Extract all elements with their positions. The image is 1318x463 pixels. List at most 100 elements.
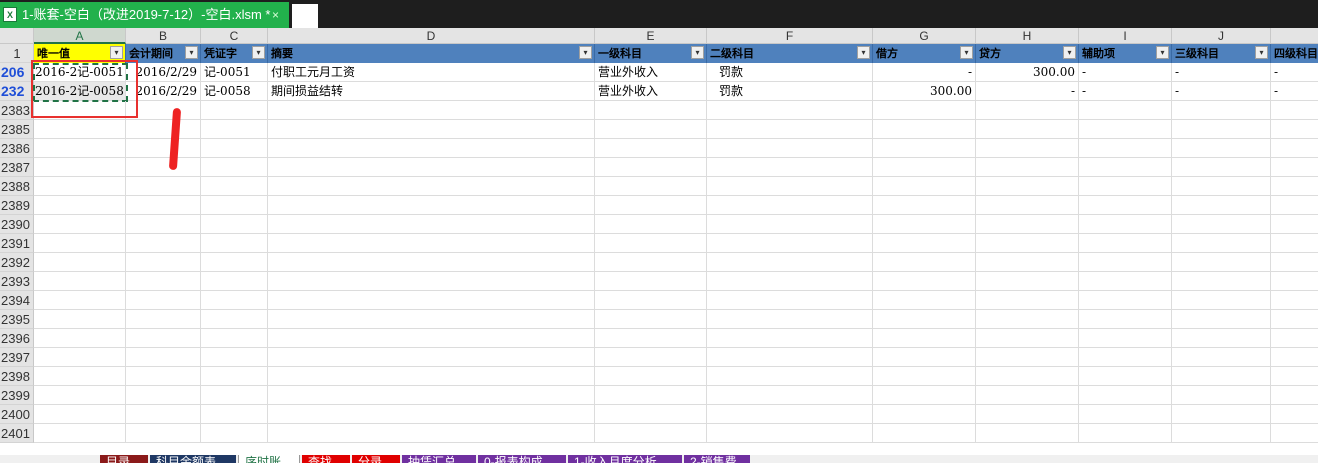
column-header-j[interactable]: J <box>1172 28 1271 44</box>
active-filter-icon[interactable]: ▾ <box>691 46 704 59</box>
table-cell[interactable] <box>873 310 976 329</box>
table-cell[interactable] <box>873 386 976 405</box>
table-cell[interactable] <box>201 215 268 234</box>
table-cell[interactable]: 营业外收入 <box>595 82 707 101</box>
table-cell[interactable] <box>1172 120 1271 139</box>
row-header[interactable]: 2391 <box>0 234 34 253</box>
table-cell[interactable] <box>707 196 873 215</box>
workbook-tab[interactable]: X 1-账套-空白（改进2019-7-12）-空白.xlsm * × <box>0 2 289 28</box>
table-cell[interactable] <box>976 310 1079 329</box>
sheet-tab[interactable]: 0-报表构成 <box>478 455 566 463</box>
row-header[interactable]: 2398 <box>0 367 34 386</box>
table-cell[interactable] <box>1271 158 1318 177</box>
table-cell[interactable] <box>201 120 268 139</box>
table-cell[interactable] <box>1172 405 1271 424</box>
filter-dropdown-icon[interactable]: ▾ <box>1063 46 1076 59</box>
table-cell[interactable] <box>873 158 976 177</box>
table-cell[interactable] <box>873 424 976 443</box>
column-header-i[interactable]: I <box>1079 28 1172 44</box>
table-cell[interactable] <box>268 253 595 272</box>
sheet-tab[interactable]: 分录 <box>352 455 400 463</box>
table-cell[interactable] <box>707 120 873 139</box>
column-header-g[interactable]: G <box>873 28 976 44</box>
table-cell[interactable] <box>268 120 595 139</box>
table-cell[interactable] <box>595 177 707 196</box>
select-all-corner[interactable] <box>0 28 34 44</box>
column-header-e[interactable]: E <box>595 28 707 44</box>
table-cell[interactable] <box>1271 348 1318 367</box>
table-cell[interactable] <box>268 272 595 291</box>
table-cell[interactable] <box>873 139 976 158</box>
table-cell[interactable] <box>201 253 268 272</box>
table-cell[interactable] <box>201 386 268 405</box>
table-cell[interactable] <box>1172 386 1271 405</box>
table-cell[interactable] <box>34 158 126 177</box>
row-header[interactable]: 2387 <box>0 158 34 177</box>
table-cell[interactable] <box>595 310 707 329</box>
table-cell[interactable] <box>1172 139 1271 158</box>
row-header[interactable]: 2389 <box>0 196 34 215</box>
header-cell[interactable]: 二级科目 ▾ <box>707 44 873 63</box>
table-cell[interactable] <box>873 253 976 272</box>
table-cell[interactable] <box>595 196 707 215</box>
table-cell[interactable]: - <box>976 82 1079 101</box>
row-header[interactable]: 2394 <box>0 291 34 310</box>
table-cell[interactable] <box>268 367 595 386</box>
table-cell[interactable] <box>201 272 268 291</box>
table-cell[interactable] <box>201 177 268 196</box>
table-cell[interactable] <box>595 234 707 253</box>
table-cell[interactable] <box>34 424 126 443</box>
table-cell[interactable] <box>126 120 201 139</box>
table-cell[interactable] <box>1271 101 1318 120</box>
table-cell[interactable] <box>126 424 201 443</box>
column-header-f[interactable]: F <box>707 28 873 44</box>
table-cell[interactable] <box>268 291 595 310</box>
table-cell[interactable] <box>1172 348 1271 367</box>
row-header[interactable]: 2383 <box>0 101 34 120</box>
table-cell[interactable] <box>34 405 126 424</box>
table-cell[interactable] <box>268 329 595 348</box>
table-cell[interactable] <box>34 310 126 329</box>
table-cell[interactable] <box>976 386 1079 405</box>
sheet-tab[interactable]: 1-收入月度分析 <box>568 455 682 463</box>
table-cell[interactable] <box>595 348 707 367</box>
table-cell[interactable] <box>595 424 707 443</box>
table-cell[interactable] <box>707 101 873 120</box>
row-header[interactable]: 2397 <box>0 348 34 367</box>
table-cell[interactable] <box>976 196 1079 215</box>
table-cell[interactable] <box>126 177 201 196</box>
table-cell[interactable] <box>976 177 1079 196</box>
table-cell[interactable] <box>595 367 707 386</box>
table-cell[interactable] <box>873 101 976 120</box>
table-cell[interactable] <box>1172 101 1271 120</box>
table-cell[interactable]: 营业外收入 <box>595 63 707 82</box>
header-cell[interactable]: 辅助项 ▾ <box>1079 44 1172 63</box>
table-cell[interactable] <box>126 367 201 386</box>
table-cell[interactable] <box>707 367 873 386</box>
table-cell[interactable] <box>976 329 1079 348</box>
filter-dropdown-icon[interactable]: ▾ <box>252 46 265 59</box>
table-cell[interactable] <box>1271 310 1318 329</box>
table-cell[interactable] <box>1271 329 1318 348</box>
table-cell[interactable] <box>1172 196 1271 215</box>
table-cell[interactable] <box>1079 405 1172 424</box>
table-cell[interactable] <box>1079 386 1172 405</box>
column-header-b[interactable]: B <box>126 28 201 44</box>
table-cell[interactable] <box>873 405 976 424</box>
table-cell[interactable] <box>1271 196 1318 215</box>
table-cell[interactable] <box>873 234 976 253</box>
row-header[interactable]: 2400 <box>0 405 34 424</box>
table-cell[interactable] <box>976 348 1079 367</box>
table-cell[interactable] <box>595 253 707 272</box>
table-cell[interactable] <box>34 139 126 158</box>
row-header[interactable]: 2399 <box>0 386 34 405</box>
row-header[interactable]: 2395 <box>0 310 34 329</box>
table-cell[interactable]: - <box>1172 63 1271 82</box>
table-cell[interactable] <box>268 234 595 253</box>
table-cell[interactable] <box>34 386 126 405</box>
table-cell[interactable] <box>1079 158 1172 177</box>
table-cell[interactable] <box>595 158 707 177</box>
table-cell[interactable] <box>976 234 1079 253</box>
header-cell[interactable]: 贷方 ▾ <box>976 44 1079 63</box>
table-cell[interactable] <box>34 234 126 253</box>
